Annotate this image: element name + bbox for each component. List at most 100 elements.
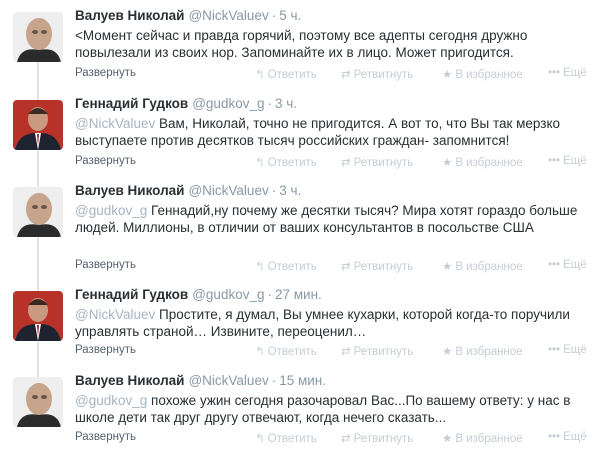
retweet-label: Ретвитнуть	[353, 433, 414, 445]
tweet-text: <Момент сейчас и правда горячий, поэтому…	[75, 27, 590, 61]
reply-label: Ответить	[267, 433, 317, 445]
tweet-timestamp[interactable]: 3 ч.	[279, 183, 301, 198]
suited-man-avatar[interactable]	[13, 100, 63, 150]
mention-link[interactable]: @NickValuev	[75, 307, 155, 322]
tweet-text: @gudkov_g похоже ужин сегодня разочарова…	[75, 392, 590, 426]
tweet-header: Валуев Николай @NickValuev · 5 ч.	[75, 8, 301, 28]
more-label: Ещё	[563, 344, 587, 356]
favorite-label: В избранное	[455, 346, 523, 358]
author-handle[interactable]: @NickValuev	[188, 8, 268, 23]
bald-man-avatar[interactable]	[13, 12, 63, 62]
star-icon: ★	[442, 433, 453, 445]
more-label: Ещё	[563, 67, 587, 79]
reply-icon: ↰	[255, 433, 265, 445]
dot-separator: ·	[271, 183, 277, 198]
reply-icon: ↰	[255, 261, 265, 273]
more-button[interactable]: ••• Ещё	[548, 259, 587, 271]
reply-button[interactable]: ↰ Ответить	[255, 67, 317, 81]
author-name[interactable]: Валуев Николай	[75, 183, 184, 198]
reply-icon: ↰	[255, 69, 265, 81]
favorite-label: В избранное	[455, 69, 523, 81]
retweet-icon: ⇄	[341, 157, 351, 169]
retweet-icon: ⇄	[341, 433, 351, 445]
reply-button[interactable]: ↰ Ответить	[255, 155, 317, 169]
author-name[interactable]: Валуев Николай	[75, 373, 184, 388]
reply-label: Ответить	[267, 261, 317, 273]
tweet-body: Геннадий,ну почему же десятки тысяч? Мир…	[75, 203, 578, 235]
expand-button[interactable]: Развернуть	[75, 67, 136, 79]
more-label: Ещё	[563, 431, 587, 443]
retweet-icon: ⇄	[341, 346, 351, 358]
more-button[interactable]: ••• Ещё	[548, 67, 587, 79]
tweet-text: @NickValuev Простите, я думал, Вы умнее …	[75, 306, 590, 340]
retweet-button[interactable]: ⇄ Ретвитнуть	[341, 431, 413, 445]
reply-label: Ответить	[267, 69, 317, 81]
reply-icon: ↰	[255, 346, 265, 358]
reply-label: Ответить	[267, 346, 317, 358]
more-dots-icon: •••	[548, 155, 561, 167]
retweet-icon: ⇄	[341, 69, 351, 81]
author-handle[interactable]: @gudkov_g	[192, 287, 264, 302]
favorite-button[interactable]: ★ В избранное	[442, 431, 523, 445]
author-name[interactable]: Геннадий Гудков	[75, 96, 188, 111]
author-handle[interactable]: @NickValuev	[188, 373, 268, 388]
dot-separator: ·	[271, 8, 277, 23]
author-handle[interactable]: @NickValuev	[188, 183, 268, 198]
tweet-header: Валуев Николай @NickValuev · 15 мин.	[75, 373, 326, 393]
tweet-timestamp[interactable]: 5 ч.	[279, 8, 301, 23]
tweet-header: Валуев Николай @NickValuev · 3 ч.	[75, 183, 301, 203]
reply-button[interactable]: ↰ Ответить	[255, 259, 317, 273]
tweet-timestamp[interactable]: 27 мин.	[275, 287, 322, 302]
retweet-button[interactable]: ⇄ Ретвитнуть	[341, 259, 413, 273]
retweet-label: Ретвитнуть	[353, 346, 414, 358]
more-dots-icon: •••	[548, 67, 561, 79]
expand-button[interactable]: Развернуть	[75, 431, 136, 443]
mention-link[interactable]: @gudkov_g	[75, 393, 147, 408]
favorite-button[interactable]: ★ В избранное	[442, 344, 523, 358]
star-icon: ★	[442, 69, 453, 81]
retweet-button[interactable]: ⇄ Ретвитнуть	[341, 67, 413, 81]
favorite-label: В избранное	[455, 261, 523, 273]
retweet-button[interactable]: ⇄ Ретвитнуть	[341, 155, 413, 169]
more-button[interactable]: ••• Ещё	[548, 155, 587, 167]
reply-button[interactable]: ↰ Ответить	[255, 344, 317, 358]
more-button[interactable]: ••• Ещё	[548, 344, 587, 356]
reply-icon: ↰	[255, 157, 265, 169]
retweet-label: Ретвитнуть	[353, 69, 414, 81]
star-icon: ★	[442, 346, 453, 358]
tweet-actions: Развернуть ↰ Ответить ⇄ Ретвитнуть ★ В избр…	[75, 259, 590, 275]
mention-link[interactable]: @NickValuev	[75, 116, 155, 131]
tweet-actions: Развернуть ↰ Ответить ⇄ Ретвитнуть ★ В избр…	[75, 431, 590, 447]
bald-man-avatar[interactable]	[13, 187, 63, 237]
retweet-button[interactable]: ⇄ Ретвитнуть	[341, 344, 413, 358]
tweet-actions: Развернуть ↰ Ответить ⇄ Ретвитнуть ★ В избр…	[75, 67, 590, 83]
favorite-button[interactable]: ★ В избранное	[442, 155, 523, 169]
author-handle[interactable]: @gudkov_g	[192, 96, 264, 111]
expand-button[interactable]: Развернуть	[75, 155, 136, 167]
dot-separator: ·	[267, 96, 272, 111]
bald-man-avatar[interactable]	[13, 377, 63, 427]
dot-separator: ·	[267, 287, 272, 302]
more-dots-icon: •••	[548, 344, 561, 356]
reply-button[interactable]: ↰ Ответить	[255, 431, 317, 445]
author-name[interactable]: Валуев Николай	[75, 8, 184, 23]
tweet-text: @NickValuev Вам, Николай, точно не приго…	[75, 115, 590, 149]
expand-button[interactable]: Развернуть	[75, 259, 136, 271]
tweet-actions: Развернуть ↰ Ответить ⇄ Ретвитнуть ★ В избр…	[75, 344, 590, 360]
suited-man-avatar[interactable]	[13, 291, 63, 341]
dot-separator: ·	[271, 373, 277, 388]
mention-link[interactable]: @gudkov_g	[75, 203, 147, 218]
retweet-label: Ретвитнуть	[353, 261, 414, 273]
more-dots-icon: •••	[548, 431, 561, 443]
reply-label: Ответить	[267, 157, 317, 169]
tweet-timestamp[interactable]: 3 ч.	[275, 96, 297, 111]
favorite-button[interactable]: ★ В избранное	[442, 259, 523, 273]
favorite-button[interactable]: ★ В избранное	[442, 67, 523, 81]
tweet-timestamp[interactable]: 15 мин.	[279, 373, 326, 388]
expand-button[interactable]: Развернуть	[75, 344, 136, 356]
more-button[interactable]: ••• Ещё	[548, 431, 587, 443]
tweet-body: похоже ужин сегодня разочаровал Вас...По…	[75, 393, 571, 425]
author-name[interactable]: Геннадий Гудков	[75, 287, 188, 302]
tweet-header: Геннадий Гудков @gudkov_g · 3 ч.	[75, 96, 297, 116]
more-label: Ещё	[563, 155, 587, 167]
